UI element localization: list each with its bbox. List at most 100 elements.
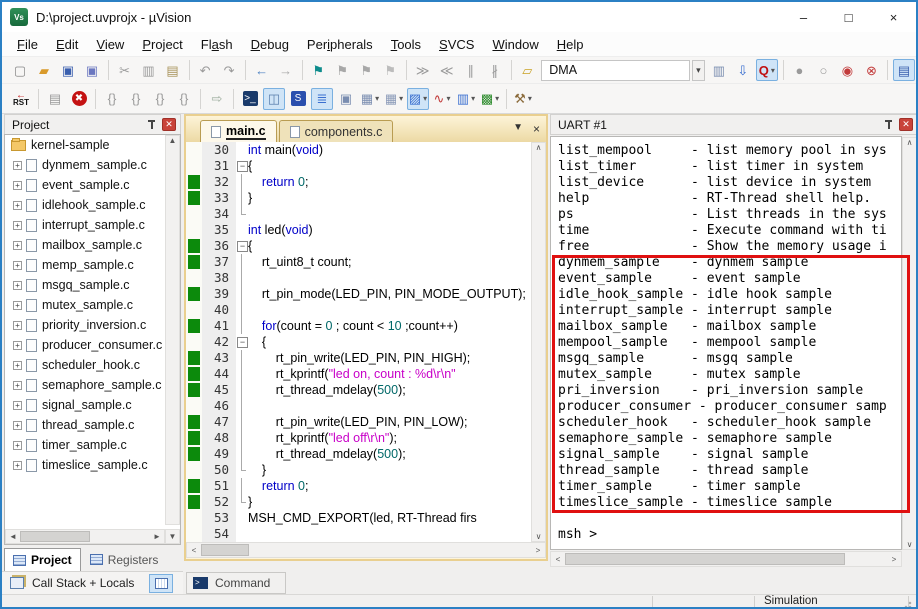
tree-item-signal_sample-c[interactable]: + signal_sample.c	[5, 395, 180, 415]
trace-window-button[interactable]: ▥ ▾	[455, 88, 477, 110]
menu-item-window[interactable]: Window	[483, 34, 547, 55]
dropdown-arrow-icon[interactable]: ▾	[423, 94, 427, 103]
expand-icon[interactable]: +	[13, 220, 22, 230]
project-scroll-corner[interactable]: ▼	[165, 529, 180, 544]
menu-item-svcs[interactable]: SVCS	[430, 34, 483, 55]
open-file-button[interactable]: ▰	[33, 59, 55, 81]
save-all-button[interactable]: ▣	[81, 59, 103, 81]
bookmark-prev-button[interactable]: ⚑	[355, 59, 377, 81]
comment-button[interactable]: ∥	[460, 59, 482, 81]
run-button[interactable]: ⇨	[206, 88, 228, 110]
breakpoint-kill-all-button[interactable]: ⊗	[860, 59, 882, 81]
scroll-right-icon[interactable]: ►	[150, 532, 164, 541]
tree-item-mailbox_sample-c[interactable]: + mailbox_sample.c	[5, 235, 180, 255]
dropdown-arrow-icon[interactable]: ▾	[771, 66, 775, 75]
tree-item-timer_sample-c[interactable]: + timer_sample.c	[5, 435, 180, 455]
close-button[interactable]: ×	[871, 2, 916, 32]
redo-button[interactable]: ↷	[218, 59, 240, 81]
expand-icon[interactable]: +	[13, 240, 22, 250]
expand-icon[interactable]: +	[13, 160, 22, 170]
copy-button[interactable]: ▥	[138, 59, 160, 81]
pin-icon[interactable]	[884, 120, 893, 129]
dropdown-arrow-icon[interactable]: ▾	[471, 94, 475, 103]
bookmark-next-button[interactable]: ⚑	[331, 59, 353, 81]
stop-debug-button[interactable]: ✖	[68, 88, 90, 110]
tree-item-msgq_sample-c[interactable]: + msgq_sample.c	[5, 275, 180, 295]
project-vertical-scrollbar[interactable]: ▲	[165, 135, 180, 525]
editor-horizontal-scrollbar[interactable]: < >	[186, 542, 546, 558]
bookmark-clear-button[interactable]: ⚑	[379, 59, 401, 81]
menu-item-tools[interactable]: Tools	[382, 34, 430, 55]
registers-window-button[interactable]: ≣	[311, 87, 333, 110]
flash-config-button[interactable]: ▱	[516, 59, 538, 81]
menu-item-help[interactable]: Help	[548, 34, 593, 55]
toolbox-button[interactable]: ⚒ ▾	[512, 88, 534, 110]
tree-item-mutex_sample-c[interactable]: + mutex_sample.c	[5, 295, 180, 315]
fold-marker-icon[interactable]	[236, 238, 248, 254]
editor-tab-main-c[interactable]: main.c	[200, 120, 277, 142]
tab-command[interactable]: > Command	[186, 572, 286, 594]
editor-vertical-scrollbar[interactable]: ∧ ∨	[531, 142, 546, 542]
dropdown-arrow-icon[interactable]: ▾	[495, 94, 499, 103]
expand-icon[interactable]: +	[13, 200, 22, 210]
project-close-icon[interactable]: ✕	[162, 118, 176, 131]
tree-item-interrupt_sample-c[interactable]: + interrupt_sample.c	[5, 215, 180, 235]
scroll-down-icon[interactable]: ▼	[166, 532, 179, 541]
callstack-window-button[interactable]: ▣	[335, 88, 357, 110]
tree-item-priority_inversion-c[interactable]: + priority_inversion.c	[5, 315, 180, 335]
fold-marker-icon[interactable]	[236, 334, 248, 350]
menu-item-file[interactable]: File	[8, 34, 47, 55]
pin-icon[interactable]	[147, 120, 156, 129]
resize-grip[interactable]	[904, 599, 913, 607]
close-document-icon[interactable]: ×	[533, 122, 540, 136]
lookup-button[interactable]: Q ▾	[755, 59, 778, 81]
find-button[interactable]: ⇩	[732, 59, 754, 81]
expand-icon[interactable]: +	[13, 280, 22, 290]
tree-item-event_sample-c[interactable]: + event_sample.c	[5, 175, 180, 195]
scroll-up-icon[interactable]: ▲	[166, 136, 180, 145]
step-over-button[interactable]: {}	[125, 88, 147, 110]
tree-item-semaphore_sample-c[interactable]: + semaphore_sample.c	[5, 375, 180, 395]
expand-icon[interactable]: +	[13, 260, 22, 270]
watch-window-button[interactable]: ▦ ▾	[359, 88, 381, 110]
uncomment-button[interactable]: ∦	[484, 59, 506, 81]
scroll-right-icon[interactable]: >	[887, 555, 901, 564]
paste-button[interactable]: ▤	[162, 59, 184, 81]
tree-item-scheduler_hook-c[interactable]: + scheduler_hook.c	[5, 355, 180, 375]
expand-icon[interactable]: +	[13, 320, 22, 330]
scroll-left-icon[interactable]: <	[551, 555, 565, 564]
breakpoint-disable-button[interactable]: ○	[812, 59, 834, 81]
target-select-combobox[interactable]: DMA	[541, 59, 690, 81]
serial-window-button[interactable]: ▨ ▾	[407, 87, 429, 110]
scroll-up-icon[interactable]: ∧	[903, 138, 917, 147]
cut-button[interactable]: ✂	[114, 59, 136, 81]
uart-terminal[interactable]: list_mempool - list memory pool in sys li…	[550, 136, 902, 550]
document-list-icon[interactable]: ▼	[513, 122, 523, 136]
uart-horizontal-scrollbar[interactable]: < >	[550, 551, 902, 567]
navigate-forward-button[interactable]: →	[275, 59, 297, 81]
memory-window-button[interactable]: ▦ ▾	[383, 88, 405, 110]
tree-root-kernel-sample[interactable]: kernel-sample	[5, 135, 180, 155]
bookmark-toggle-button[interactable]: ⚑	[307, 59, 329, 81]
callstack-locals-bar[interactable]: Call Stack + Locals	[2, 571, 183, 594]
scroll-down-icon[interactable]: ∨	[532, 532, 546, 541]
indent-button[interactable]: ≫	[412, 59, 434, 81]
tree-item-memp_sample-c[interactable]: + memp_sample.c	[5, 255, 180, 275]
find-in-files-button[interactable]: ▥	[708, 59, 730, 81]
fold-marker-icon[interactable]	[236, 158, 248, 174]
minimize-button[interactable]: –	[781, 2, 826, 32]
scroll-right-icon[interactable]: >	[531, 546, 545, 555]
expand-icon[interactable]: +	[13, 460, 22, 470]
build-log-button[interactable]: ▤	[44, 88, 66, 110]
tree-item-producer_consumer-c[interactable]: + producer_consumer.c	[5, 335, 180, 355]
menu-item-debug[interactable]: Debug	[242, 34, 298, 55]
expand-icon[interactable]: +	[13, 420, 22, 430]
save-button[interactable]: ▣	[57, 59, 79, 81]
navigate-back-button[interactable]: ←	[251, 59, 273, 81]
project-horizontal-scrollbar[interactable]: ◄ ►	[5, 529, 165, 544]
expand-icon[interactable]: +	[13, 400, 22, 410]
disassembly-window-button[interactable]: ◫	[263, 87, 285, 110]
menu-item-flash[interactable]: Flash	[192, 34, 242, 55]
project-tree[interactable]: kernel-sample + dynmem_sample.c + event_samp…	[4, 134, 181, 545]
callstack-grid-button[interactable]	[149, 573, 173, 593]
